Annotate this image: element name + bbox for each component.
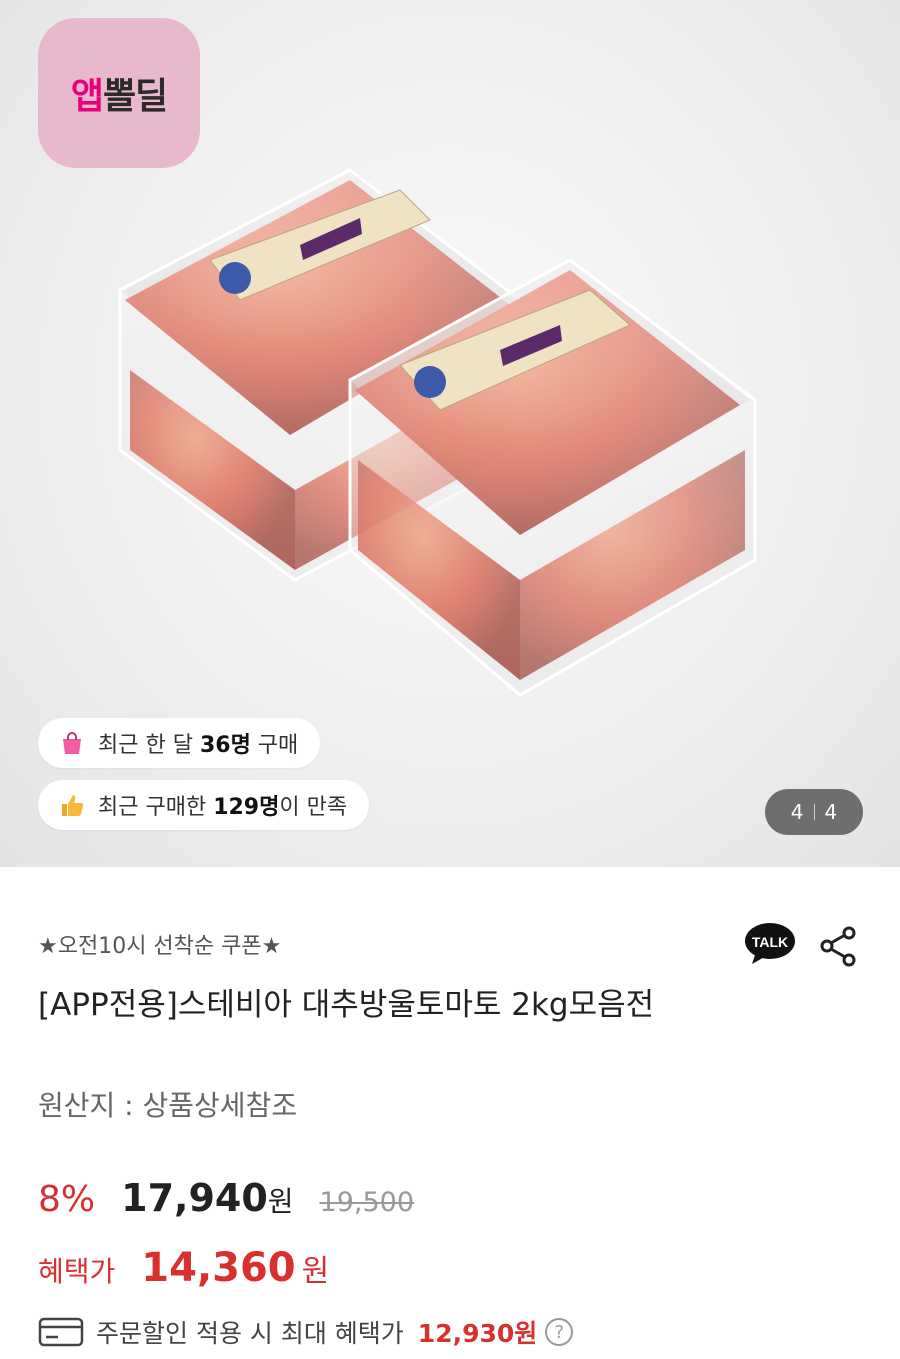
talk-icon: TALK	[745, 923, 795, 964]
sale-price-currency: 원	[267, 1185, 294, 1218]
promo-text: ★오전10시 선착순 쿠폰★	[38, 934, 282, 959]
original-price: 19,500	[319, 1187, 415, 1218]
product-title: [APP전용]스테비아 대추방울토마토 2kg모음전	[38, 987, 655, 1023]
share-button[interactable]	[818, 924, 858, 968]
image-counter-current: 4	[790, 800, 804, 824]
shopping-bag-icon	[56, 730, 88, 756]
discount-rate: 8%	[38, 1179, 96, 1220]
svg-text:TALK: TALK	[752, 934, 788, 950]
sale-price: 17,940	[121, 1176, 268, 1220]
max-benefit-row: 주문할인 적용 시 최대 혜택가 12,930원 ?	[38, 1314, 574, 1350]
benefit-price-currency: 원	[301, 1254, 330, 1289]
image-counter: 4 4	[765, 789, 863, 835]
image-counter-total: 4	[824, 800, 838, 824]
benefit-label: 혜택가	[38, 1255, 116, 1288]
kakaotalk-share-button[interactable]: TALK	[744, 922, 796, 966]
benefit-price: 14,360	[141, 1245, 296, 1291]
satisfaction-badge: 최근 구매한 129명이 만족	[38, 780, 370, 830]
max-benefit-price: 12,930원	[417, 1319, 538, 1348]
price-row: 8% 17,940 원 19,500	[38, 1176, 414, 1220]
app-logo: 앱뽈딜	[38, 18, 200, 168]
help-icon[interactable]: ?	[545, 1318, 574, 1346]
product-photo	[118, 168, 757, 697]
counter-divider	[813, 804, 815, 820]
thumbs-up-icon	[56, 792, 88, 818]
max-benefit-text: 주문할인 적용 시 최대 혜택가	[96, 1319, 404, 1348]
app-logo-text: 앱뽈딜	[70, 76, 168, 117]
product-origin: 원산지 : 상품상세참조	[38, 1089, 298, 1122]
recent-purchase-text: 최근 한 달 36명 구매	[98, 733, 299, 758]
product-image-carousel[interactable]: 앱뽈딜 최근 한 달 36명 구매 최근 구매한 129명이 만족 4 4	[0, 0, 900, 867]
share-icon	[820, 926, 856, 967]
recent-purchase-badge: 최근 한 달 36명 구매	[38, 718, 321, 768]
benefit-price-row: 혜택가 14,360 원	[38, 1245, 329, 1291]
satisfaction-text: 최근 구매한 129명이 만족	[98, 795, 348, 820]
credit-card-icon	[38, 1317, 84, 1347]
